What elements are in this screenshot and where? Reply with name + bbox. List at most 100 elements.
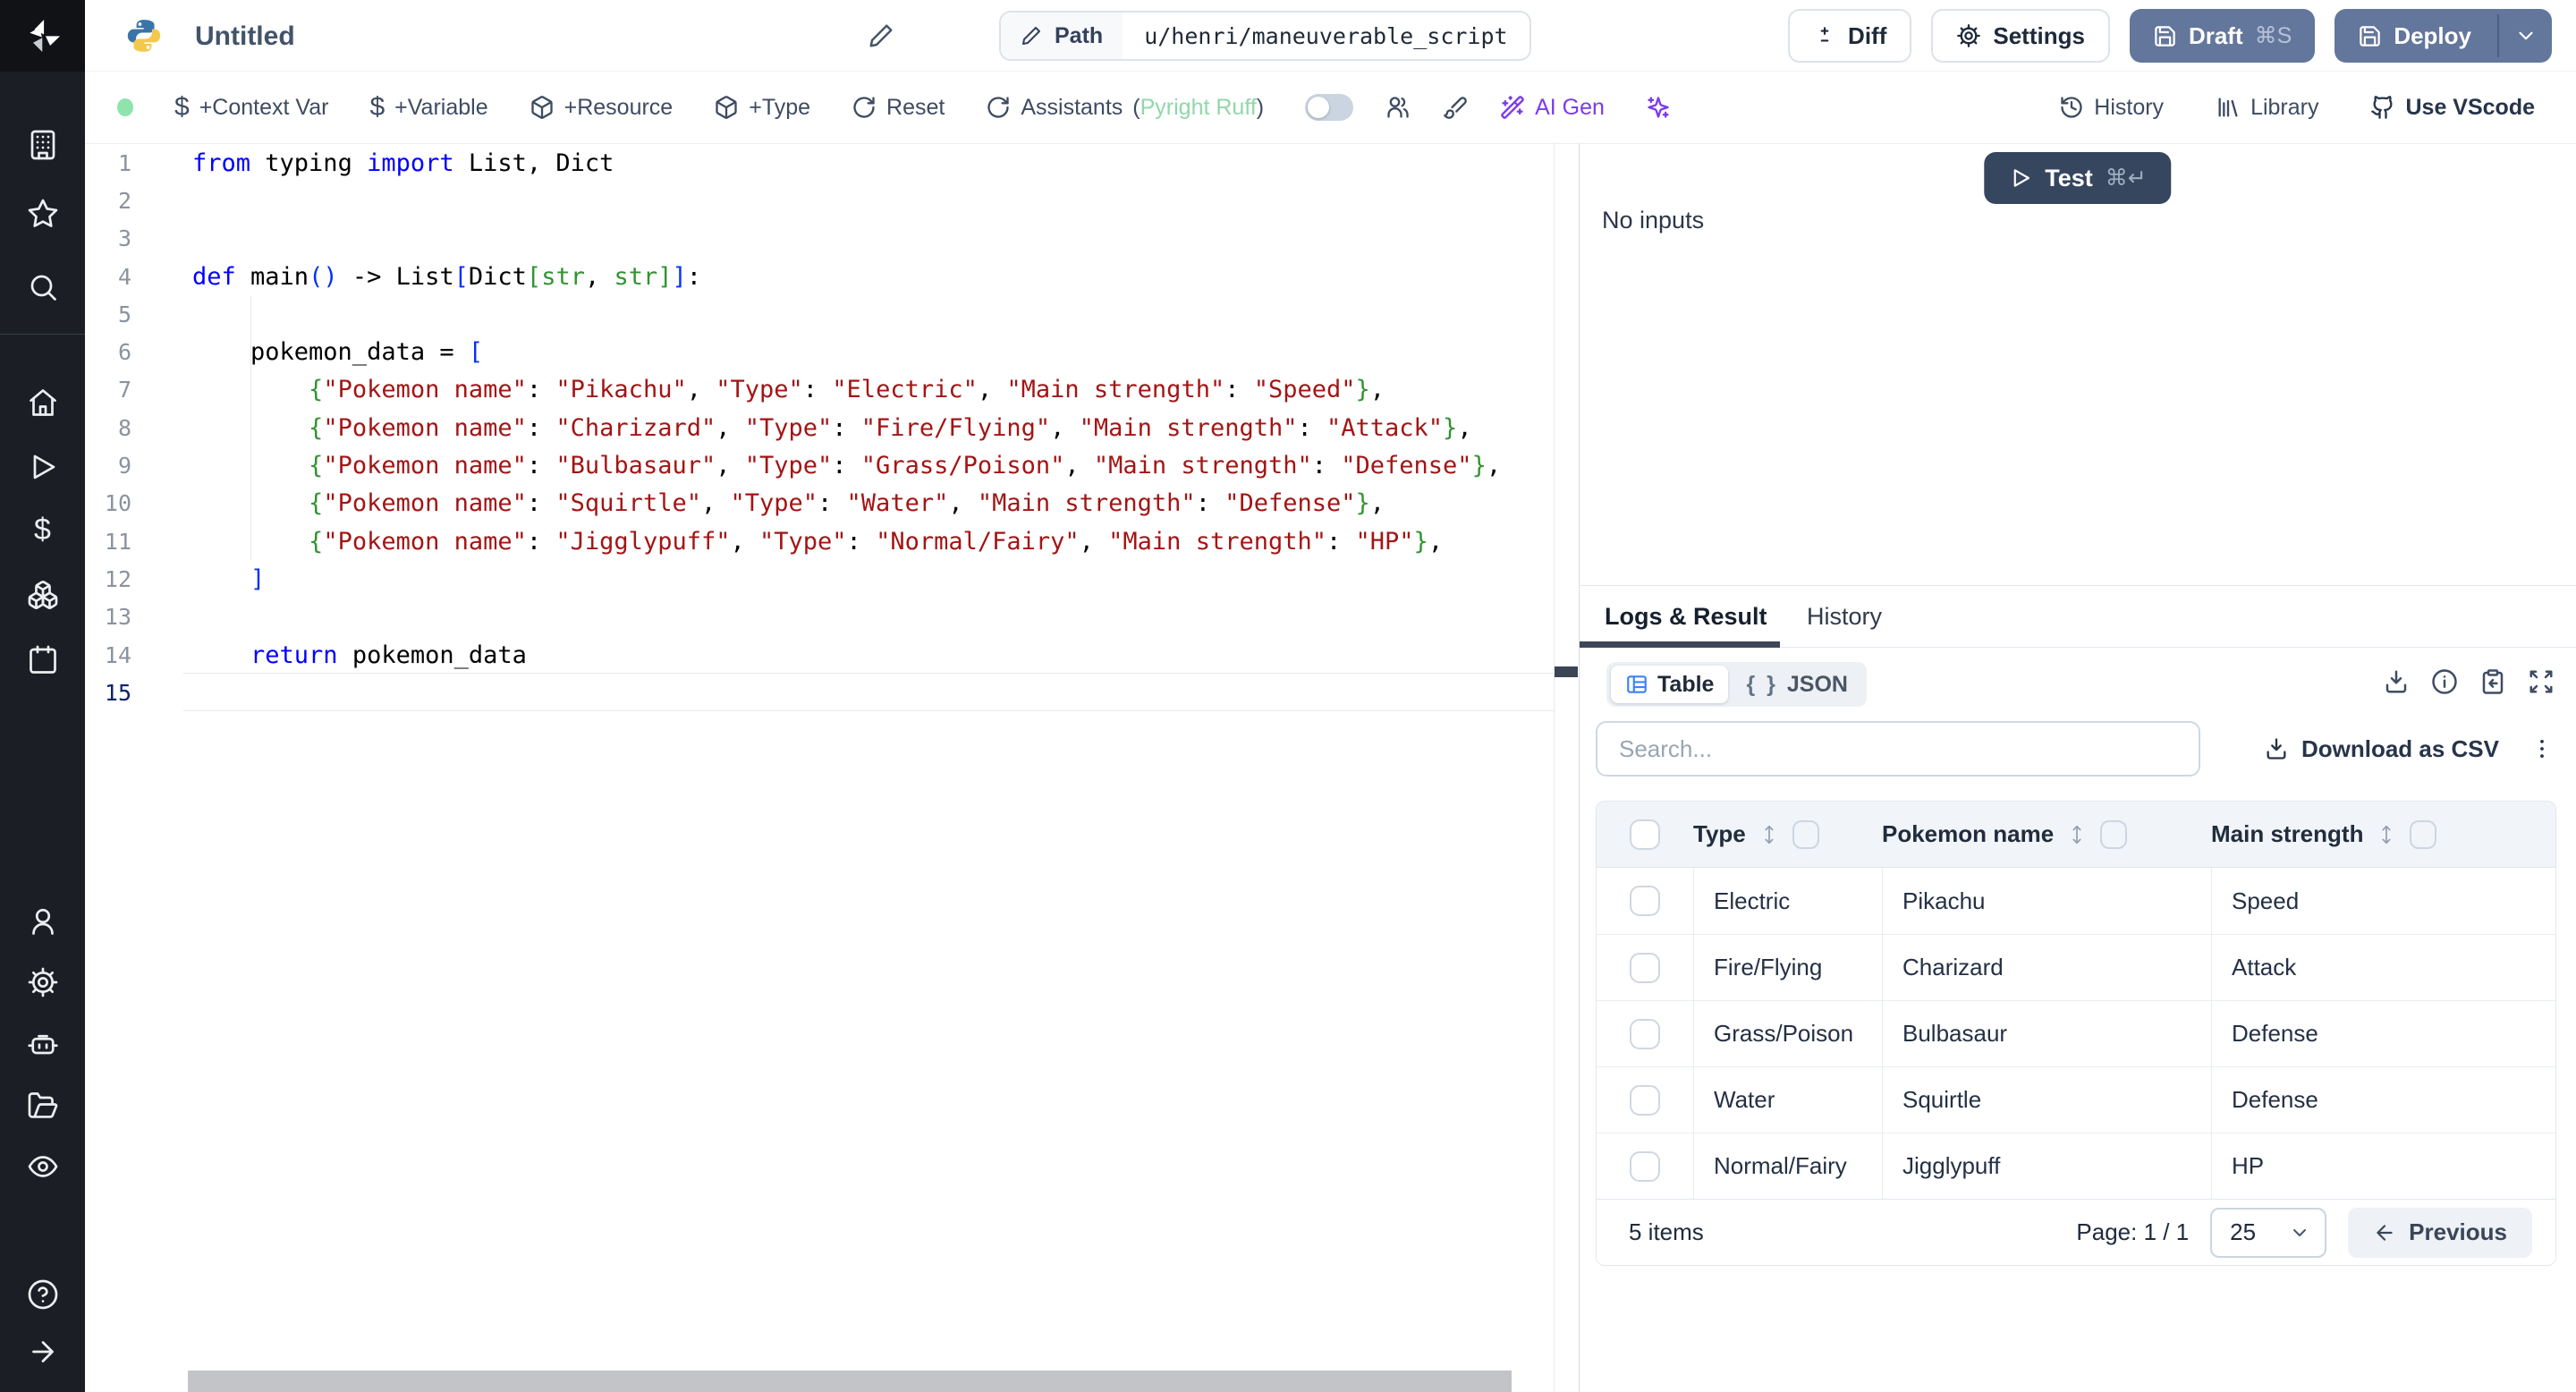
add-context-var-button[interactable]: $ +Context Var: [174, 94, 328, 121]
sidebar-item-settings[interactable]: [0, 966, 85, 998]
sidebar-item-users[interactable]: [0, 905, 85, 938]
sidebar-item-home[interactable]: [0, 386, 85, 419]
settings-button[interactable]: Settings: [1931, 9, 2110, 63]
code-editor[interactable]: 1 from typing import List, Dict 2 3 4 def mai…: [85, 144, 1554, 1392]
sidebar-item-favorites[interactable]: [0, 198, 85, 230]
ai-gen-button[interactable]: AI Gen: [1500, 95, 1605, 121]
assistants-button[interactable]: Assistants (Pyright Ruff): [986, 95, 1264, 121]
row-checkbox[interactable]: [1630, 952, 1660, 983]
sort-icon[interactable]: [2065, 823, 2089, 846]
script-history-button[interactable]: History: [2059, 95, 2164, 121]
reset-button[interactable]: Reset: [852, 95, 945, 121]
table-row: Water Squirtle Defense: [1597, 1066, 2555, 1133]
draft-button[interactable]: Draft ⌘S: [2129, 9, 2316, 63]
sidebar-item-help[interactable]: [0, 1278, 85, 1311]
collaborators-button[interactable]: [1385, 95, 1411, 120]
result-search-input[interactable]: [1596, 721, 2200, 777]
code-line-10: 10 {"Pokemon name": "Squirtle", "Type": …: [85, 485, 1554, 522]
view-mode-json[interactable]: { } JSON: [1732, 666, 1862, 703]
sidebar-item-resources[interactable]: [0, 579, 85, 611]
table-cell: Charizard: [1882, 935, 2211, 1000]
test-label: Test: [2045, 164, 2093, 191]
windmill-logo[interactable]: [0, 0, 85, 72]
previous-page-button[interactable]: Previous: [2348, 1207, 2532, 1258]
column-filter-box[interactable]: [2100, 819, 2128, 849]
use-vscode-button[interactable]: Use VScode: [2370, 95, 2535, 121]
expand-result-button[interactable]: [2528, 668, 2555, 695]
sort-icon[interactable]: [1758, 823, 1781, 846]
calendar-icon: [27, 644, 59, 676]
tab-history[interactable]: History: [1807, 586, 1882, 647]
result-view-toggle: Table { } JSON: [1606, 662, 1867, 707]
sidebar-item-workspace[interactable]: [0, 129, 85, 161]
download-csv-button[interactable]: Download as CSV: [2264, 735, 2499, 763]
download-result-button[interactable]: [2383, 668, 2410, 695]
column-filter-box[interactable]: [2410, 819, 2437, 849]
page-label: Page: 1 / 1: [2076, 1218, 2190, 1245]
editor-horizontal-scrollbar[interactable]: [188, 1371, 1512, 1392]
sidebar-item-folders[interactable]: [0, 1090, 85, 1122]
sidebar-expand-button[interactable]: [0, 1336, 85, 1368]
test-button[interactable]: Test ⌘↵: [1984, 152, 2172, 204]
ai-sparkles-button[interactable]: [1646, 95, 1671, 120]
row-checkbox[interactable]: [1630, 1084, 1660, 1116]
row-checkbox[interactable]: [1630, 886, 1660, 916]
paintbrush-icon: [1443, 95, 1468, 120]
rotate-icon: [852, 95, 877, 120]
deploy-button[interactable]: Deploy: [2334, 9, 2552, 63]
gear-icon: [1956, 23, 1981, 48]
building-icon: [27, 129, 59, 161]
row-checkbox[interactable]: [1630, 1018, 1660, 1049]
diff-button[interactable]: Diff: [1788, 9, 1912, 63]
sidebar-item-runs[interactable]: [0, 451, 85, 483]
add-type-button[interactable]: +Type: [714, 95, 810, 121]
result-info-button[interactable]: [2431, 668, 2458, 695]
select-all-checkbox[interactable]: [1630, 819, 1660, 850]
sort-icon[interactable]: [2375, 823, 2398, 846]
add-type-label: +Type: [749, 94, 811, 120]
library-label: Library: [2250, 94, 2319, 120]
add-variable-button[interactable]: $ +Variable: [369, 94, 487, 121]
assistant-toggle[interactable]: [1305, 94, 1354, 121]
column-header-main-strength[interactable]: Main strength: [2211, 802, 2555, 867]
page-size-select[interactable]: 25: [2210, 1207, 2327, 1258]
column-header-pokemon-name[interactable]: Pokemon name: [1882, 802, 2211, 867]
editor-panel-splitter[interactable]: [1554, 144, 1580, 1392]
line-content: {"Pokemon name": "Charizard", "Type": "F…: [309, 413, 1472, 442]
table-options-menu-button[interactable]: [2529, 736, 2555, 761]
sidebar-item-search[interactable]: [0, 271, 85, 303]
tab-logs-result[interactable]: Logs & Result: [1605, 586, 1767, 647]
table-cell: Fire/Flying: [1693, 935, 1882, 1000]
copy-result-button[interactable]: [2479, 668, 2506, 695]
dollar-icon: $: [174, 92, 190, 122]
view-mode-table[interactable]: Table: [1611, 666, 1729, 703]
library-button[interactable]: Library: [2216, 95, 2318, 121]
use-vscode-label: Use VScode: [2405, 94, 2535, 120]
add-resource-button[interactable]: +Resource: [530, 95, 673, 121]
edit-summary-button[interactable]: [868, 22, 894, 49]
code-line-1: 1 from typing import List, Dict: [85, 144, 1554, 182]
column-filter-box[interactable]: [1792, 819, 1819, 849]
format-button[interactable]: [1443, 95, 1468, 120]
chevron-down-icon[interactable]: [2514, 24, 2538, 47]
history-label: History: [2094, 94, 2165, 120]
path-editor[interactable]: Path u/henri/maneuverable_script: [999, 11, 1531, 61]
column-label: Pokemon name: [1882, 820, 2055, 847]
add-variable-label: +Variable: [394, 94, 488, 120]
sidebar-item-workers[interactable]: [0, 1029, 85, 1061]
column-header-type[interactable]: Type: [1693, 802, 1882, 867]
code-line-7: 7 {"Pokemon name": "Pikachu", "Type": "E…: [85, 371, 1554, 409]
folder-open-icon: [27, 1090, 59, 1122]
sidebar-item-variables[interactable]: $: [0, 514, 85, 545]
sidebar-item-schedules[interactable]: [0, 644, 85, 676]
sidebar-item-audit[interactable]: [0, 1150, 85, 1183]
column-label: Type: [1693, 820, 1746, 847]
line-number: 10: [104, 490, 131, 517]
sparkles-icon: [1646, 95, 1671, 120]
table-body: Electric Pikachu Speed Fire/Flying Charizard…: [1597, 868, 2555, 1199]
table-row: Grass/Poison Bulbasaur Defense: [1597, 1000, 2555, 1066]
row-checkbox[interactable]: [1630, 1150, 1660, 1182]
dollar-icon: $: [34, 513, 51, 547]
line-number: 12: [104, 565, 131, 592]
ai-gen-label: AI Gen: [1535, 94, 1605, 120]
